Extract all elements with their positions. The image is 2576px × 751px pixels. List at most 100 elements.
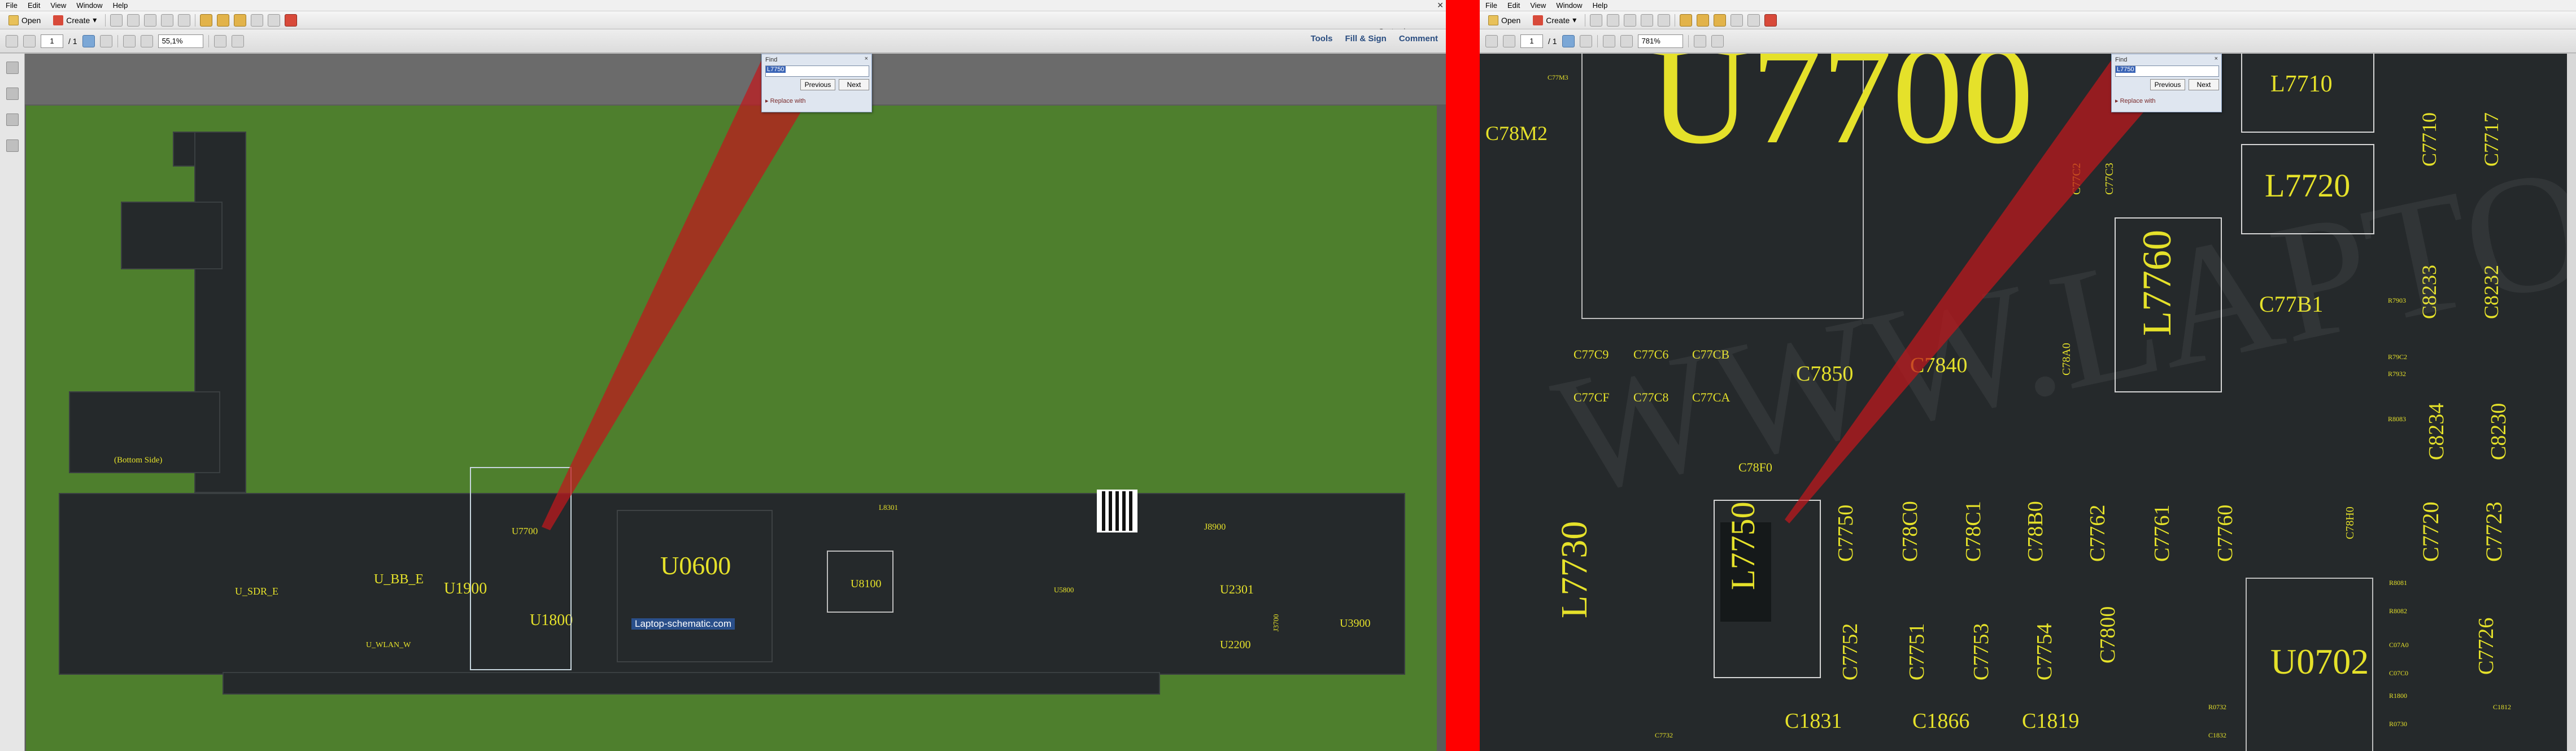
fit-width-icon[interactable] <box>231 34 244 47</box>
small-label-r8083: R8083 <box>2388 415 2407 423</box>
cloud-icon[interactable] <box>1607 14 1620 27</box>
replace-option[interactable]: ▸ Replace with <box>2115 97 2156 104</box>
find-next-button[interactable]: Next <box>839 79 869 90</box>
hand-tool-icon[interactable] <box>1579 34 1592 47</box>
zoom-in-icon[interactable] <box>140 34 153 47</box>
component-label-c78c0: C78C0 <box>1898 501 1922 562</box>
comment-icon[interactable] <box>1697 14 1710 27</box>
component-label-c7723: C7723 <box>2481 501 2507 562</box>
sign-icon[interactable] <box>285 14 298 27</box>
component-label-c7754: C7754 <box>2033 623 2056 680</box>
attachments-icon[interactable] <box>6 113 19 126</box>
scrollbar[interactable] <box>2567 54 2576 751</box>
page-up-icon[interactable] <box>6 34 18 47</box>
stamp-icon[interactable] <box>1731 14 1744 27</box>
select-tool-icon[interactable] <box>82 34 95 47</box>
create-button[interactable]: Create ▾ <box>1529 14 1580 27</box>
open-button[interactable]: Open <box>5 14 45 27</box>
find-previous-button[interactable]: Previous <box>800 79 835 90</box>
page-up-icon[interactable] <box>1485 34 1498 47</box>
highlight-icon[interactable] <box>1714 14 1727 27</box>
find-close-icon[interactable]: × <box>2215 55 2218 62</box>
attach-icon[interactable] <box>268 14 281 27</box>
find-close-icon[interactable]: × <box>865 55 868 62</box>
menu-window[interactable]: Window <box>1556 1 1582 10</box>
menu-view[interactable]: View <box>1530 1 1546 10</box>
replace-option[interactable]: ▸ Replace with <box>765 97 806 104</box>
document-view[interactable]: U7700 L7710 L7720 L7760 C78M2 C77B1 C7710 C7717… <box>1480 54 2576 751</box>
u-bb-e-label: U_BB_E <box>374 572 424 587</box>
menu-help[interactable]: Help <box>113 1 128 10</box>
pages-icon[interactable] <box>6 62 19 74</box>
watermark-link[interactable]: Laptop-schematic.com <box>631 618 735 630</box>
document-view[interactable]: (Bottom Side) U0600 U1900 U1800 U_BB_E U… <box>25 54 1446 751</box>
print-icon[interactable] <box>1624 14 1637 27</box>
gear-icon[interactable] <box>200 14 213 27</box>
component-label-c77c2: C77C2 <box>2071 163 2083 195</box>
menu-help[interactable]: Help <box>1593 1 1608 10</box>
small-label-r0732: R0732 <box>2208 703 2227 711</box>
component-label-c78m2: C78M2 <box>1485 122 1548 145</box>
page-total: / 1 <box>1548 36 1557 46</box>
cloud-icon[interactable] <box>127 14 140 27</box>
create-button[interactable]: Create ▾ <box>49 14 101 27</box>
select-tool-icon[interactable] <box>1562 34 1575 47</box>
edit-icon[interactable] <box>161 14 174 27</box>
fit-page-icon[interactable] <box>1693 34 1706 47</box>
zoom-in-icon[interactable] <box>1620 34 1633 47</box>
find-title: Find <box>2115 56 2128 63</box>
page-down-icon[interactable] <box>1503 34 1515 47</box>
menu-file[interactable]: File <box>6 1 18 10</box>
comment-link[interactable]: Comment <box>1399 34 1438 43</box>
open-button[interactable]: Open <box>1484 14 1524 27</box>
menu-bar: File Edit View Window Help ✕ <box>0 0 1446 11</box>
gear-icon[interactable] <box>1680 14 1693 27</box>
menu-edit[interactable]: Edit <box>1507 1 1520 10</box>
menu-file[interactable]: File <box>1485 1 1497 10</box>
component-label-c7760: C7760 <box>2213 504 2237 562</box>
stamp-icon[interactable] <box>251 14 264 27</box>
small-label-c1812: C1812 <box>2493 703 2512 711</box>
separator <box>208 34 209 47</box>
attach-icon[interactable] <box>1747 14 1760 27</box>
pane-divider <box>1446 0 1480 751</box>
email-icon[interactable] <box>178 14 191 27</box>
find-dialog: Find × L7750 Previous Next ▸ Replace wit… <box>2111 54 2222 112</box>
fill-sign-link[interactable]: Fill & Sign <box>1345 34 1386 43</box>
comment-icon[interactable] <box>217 14 230 27</box>
zoom-out-icon[interactable] <box>123 34 136 47</box>
fit-page-icon[interactable] <box>213 34 226 47</box>
menu-edit[interactable]: Edit <box>28 1 40 10</box>
find-input[interactable]: L7750 <box>765 66 869 77</box>
component-label-c8234: C8234 <box>2425 403 2448 460</box>
email-icon[interactable] <box>1658 14 1671 27</box>
right-reader-window: File Edit View Window Help Open Create ▾ … <box>1480 0 2576 751</box>
layers-icon[interactable] <box>6 139 19 152</box>
sign-icon[interactable] <box>1764 14 1777 27</box>
page-number-input[interactable]: 1 <box>41 34 63 48</box>
find-input[interactable]: L7750 <box>2115 66 2219 77</box>
zoom-select[interactable]: 55,1% <box>158 34 203 48</box>
tools-link[interactable]: Tools <box>1311 34 1333 43</box>
save-icon[interactable] <box>110 14 123 27</box>
zoom-select[interactable]: 781% <box>1637 34 1683 48</box>
page-number-input[interactable]: 1 <box>1520 34 1543 48</box>
find-previous-button[interactable]: Previous <box>2150 79 2185 90</box>
fit-width-icon[interactable] <box>1711 34 1724 47</box>
edit-icon[interactable] <box>1641 14 1654 27</box>
u0600-outline <box>617 510 773 662</box>
find-next-button[interactable]: Next <box>2189 79 2219 90</box>
zoom-out-icon[interactable] <box>1602 34 1615 47</box>
hand-tool-icon[interactable] <box>99 34 112 47</box>
print-icon[interactable] <box>144 14 157 27</box>
separator <box>117 34 118 47</box>
bookmarks-icon[interactable] <box>6 88 19 100</box>
separator <box>1688 34 1689 47</box>
highlight-icon[interactable] <box>234 14 247 27</box>
page-down-icon[interactable] <box>23 34 36 47</box>
save-icon[interactable] <box>1590 14 1603 27</box>
close-icon[interactable]: ✕ <box>1437 1 1444 10</box>
menu-window[interactable]: Window <box>76 1 102 10</box>
menu-bar: File Edit View Window Help <box>1480 0 2576 11</box>
menu-view[interactable]: View <box>50 1 66 10</box>
